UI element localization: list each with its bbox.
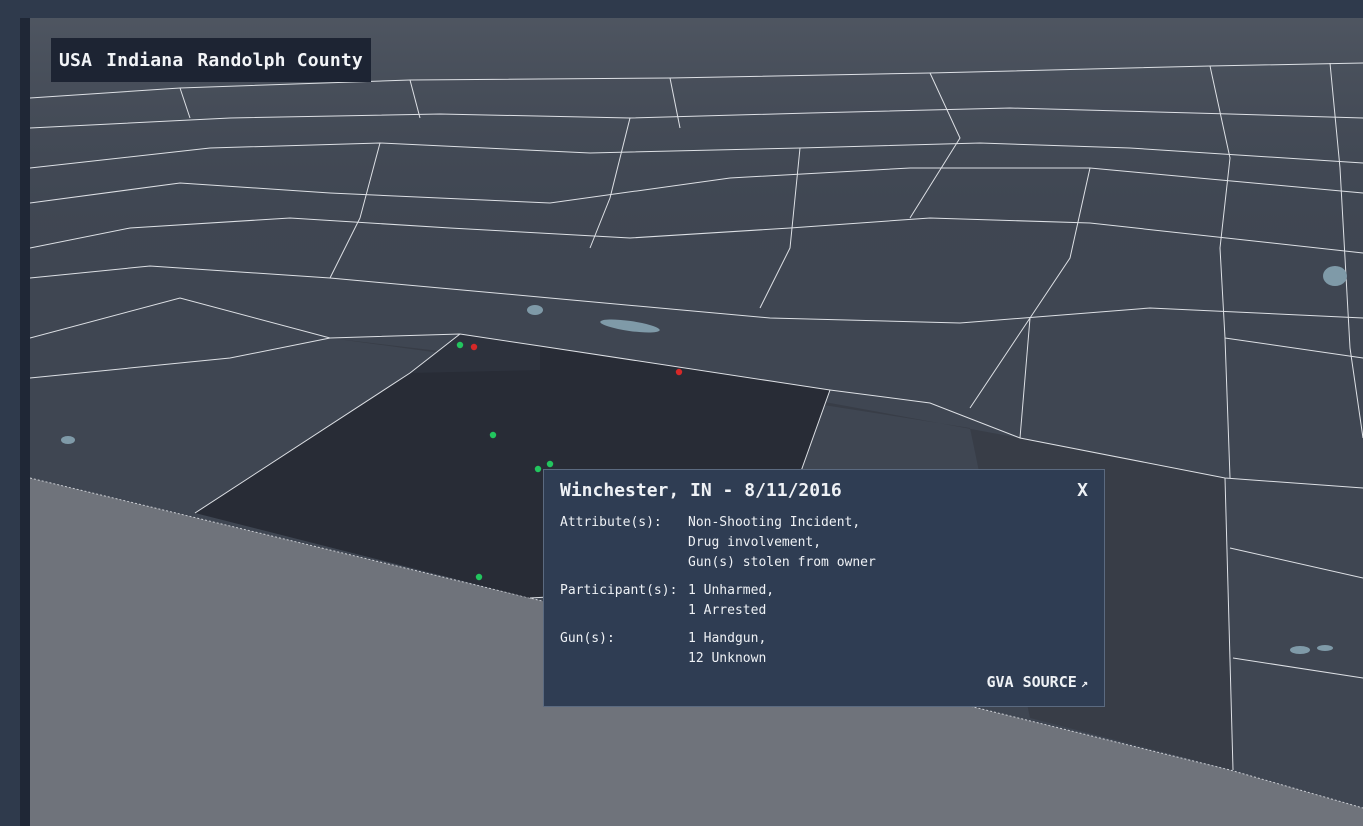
- guns-values: 1 Handgun, 12 Unknown: [688, 629, 766, 669]
- incident-marker[interactable]: [546, 460, 554, 468]
- top-strip: [0, 0, 1363, 18]
- left-rail-shadow: [20, 18, 30, 826]
- attribute-item: Non-Shooting Incident,: [688, 515, 861, 530]
- incident-marker[interactable]: [489, 431, 497, 439]
- breadcrumb-county[interactable]: Randolph County: [197, 50, 363, 71]
- breadcrumb: USA Indiana Randolph County: [51, 38, 371, 82]
- external-arrow-icon: ↗: [1080, 676, 1088, 690]
- gun-item: 1 Handgun,: [688, 631, 767, 646]
- participant-item: 1 Unharmed,: [688, 583, 775, 598]
- left-rail: [0, 18, 20, 826]
- incident-marker-fatal[interactable]: [470, 343, 478, 351]
- incident-marker[interactable]: [534, 465, 542, 473]
- close-button[interactable]: X: [1077, 480, 1088, 501]
- gva-source-link[interactable]: GVA SOURCE ↗: [986, 673, 1088, 691]
- incident-popup: Winchester, IN - 8/11/2016 X Attribute(s…: [543, 469, 1105, 707]
- attribute-item: Gun(s) stolen from owner: [688, 555, 876, 570]
- gva-source-label[interactable]: GVA SOURCE: [986, 673, 1076, 691]
- breadcrumb-country[interactable]: USA: [59, 50, 92, 71]
- breadcrumb-state[interactable]: Indiana: [106, 50, 183, 71]
- attribute-item: Drug involvement,: [688, 535, 822, 550]
- guns-label: Gun(s):: [560, 631, 615, 646]
- incident-marker[interactable]: [475, 573, 483, 581]
- gun-item: 12 Unknown: [688, 651, 767, 666]
- incident-marker[interactable]: [456, 341, 464, 349]
- participants-values: 1 Unharmed, 1 Arrested: [688, 581, 774, 621]
- incident-marker-fatal[interactable]: [675, 368, 683, 376]
- participant-item: 1 Arrested: [688, 603, 767, 618]
- attributes-label: Attribute(s):: [560, 515, 662, 530]
- attributes-values: Non-Shooting Incident, Drug involvement,…: [688, 513, 876, 573]
- participants-label: Participant(s):: [560, 583, 678, 598]
- popup-title: Winchester, IN - 8/11/2016: [560, 480, 842, 501]
